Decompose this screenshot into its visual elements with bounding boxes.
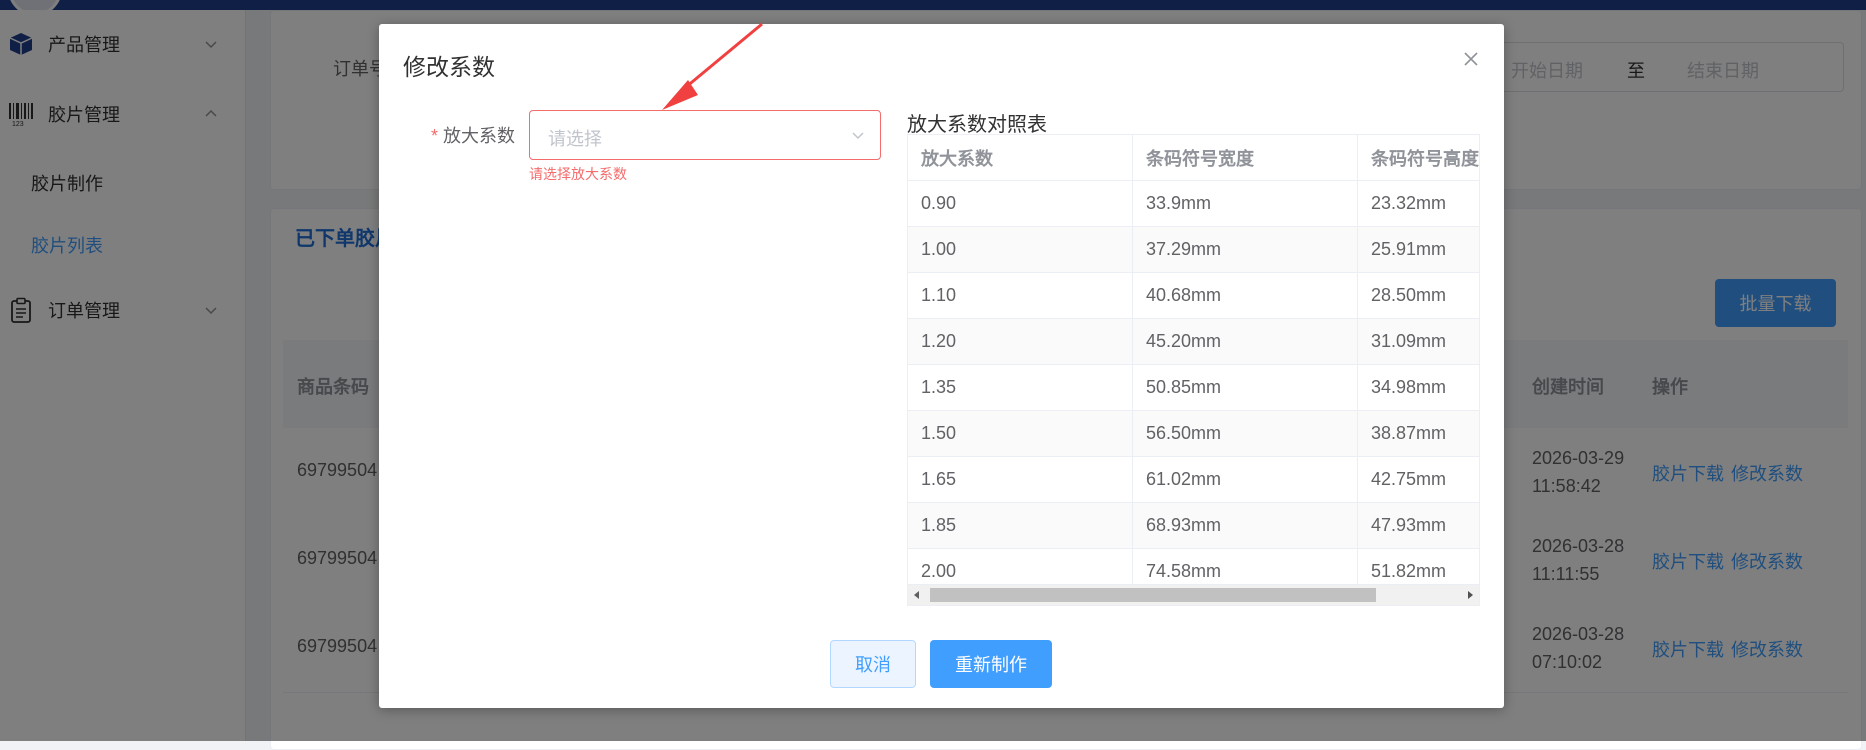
factor-cell: 1.20 [908, 319, 1133, 364]
close-icon[interactable] [1462, 50, 1480, 68]
scroll-left-icon[interactable] [914, 591, 919, 599]
factor-cell: 1.65 [908, 457, 1133, 502]
factor-cell: 1.10 [908, 273, 1133, 318]
horizontal-scrollbar[interactable] [907, 584, 1480, 606]
width-cell: 61.02mm [1133, 457, 1358, 502]
height-cell: 23.32mm [1371, 193, 1447, 213]
reference-table-row: 0.90 33.9mm 23.32mm [908, 181, 1479, 227]
width-cell: 40.68mm [1133, 273, 1358, 318]
width-cell: 37.29mm [1133, 227, 1358, 272]
modify-factor-dialog: 修改系数 * 放大系数 请选择 请选择放大系数 放大系数对照表 放大系数 条码符号… [379, 24, 1504, 708]
reference-table-row: 1.35 50.85mm 34.98mm [908, 365, 1479, 411]
validation-error: 请选择放大系数 [529, 166, 627, 182]
reference-table[interactable]: 放大系数 条码符号宽度 条码符号高度 0.90 33.9mm 23.32mm 1.00… [907, 134, 1480, 606]
height-cell: 25.91mm [1371, 239, 1447, 259]
dialog-title: 修改系数 [403, 54, 495, 80]
width-cell: 68.93mm [1133, 503, 1358, 548]
reference-table-row: 1.65 61.02mm 42.75mm [908, 457, 1479, 503]
chevron-down-icon [852, 132, 864, 140]
width-cell: 56.50mm [1133, 411, 1358, 456]
factor-field-label: * 放大系数 [431, 122, 515, 148]
factor-cell: 1.35 [908, 365, 1133, 410]
width-cell: 50.85mm [1133, 365, 1358, 410]
reference-table-row: 1.85 68.93mm 47.93mm [908, 503, 1479, 549]
factor-label-text: 放大系数 [443, 126, 516, 146]
factor-cell: 1.00 [908, 227, 1133, 272]
remake-button[interactable]: 重新制作 [930, 640, 1052, 688]
header-height: 条码符号高度 [1371, 148, 1479, 169]
scroll-right-icon[interactable] [1468, 591, 1473, 599]
reference-table-row: 1.20 45.20mm 31.09mm [908, 319, 1479, 365]
height-cell: 31.09mm [1371, 331, 1447, 351]
height-cell: 47.93mm [1371, 515, 1447, 535]
width-cell: 45.20mm [1133, 319, 1358, 364]
reference-table-title: 放大系数对照表 [907, 114, 1047, 136]
required-mark: * [431, 126, 439, 146]
factor-cell: 1.85 [908, 503, 1133, 548]
header-width: 条码符号宽度 [1133, 135, 1358, 180]
scrollbar-thumb[interactable] [930, 588, 1376, 602]
width-cell: 33.9mm [1133, 181, 1358, 226]
height-cell: 28.50mm [1371, 285, 1447, 305]
reference-table-row: 1.10 40.68mm 28.50mm [908, 273, 1479, 319]
reference-table-row: 1.50 56.50mm 38.87mm [908, 411, 1479, 457]
factor-cell: 0.90 [908, 181, 1133, 226]
height-cell: 34.98mm [1371, 377, 1447, 397]
cancel-button[interactable]: 取消 [830, 640, 916, 688]
select-placeholder: 请选择 [548, 129, 602, 149]
reference-table-row: 1.00 37.29mm 25.91mm [908, 227, 1479, 273]
height-cell: 42.75mm [1371, 469, 1447, 489]
reference-table-header: 放大系数 条码符号宽度 条码符号高度 [908, 135, 1479, 181]
height-cell: 38.87mm [1371, 423, 1447, 443]
factor-cell: 1.50 [908, 411, 1133, 456]
header-factor: 放大系数 [908, 135, 1133, 180]
factor-select[interactable]: 请选择 [529, 110, 881, 160]
